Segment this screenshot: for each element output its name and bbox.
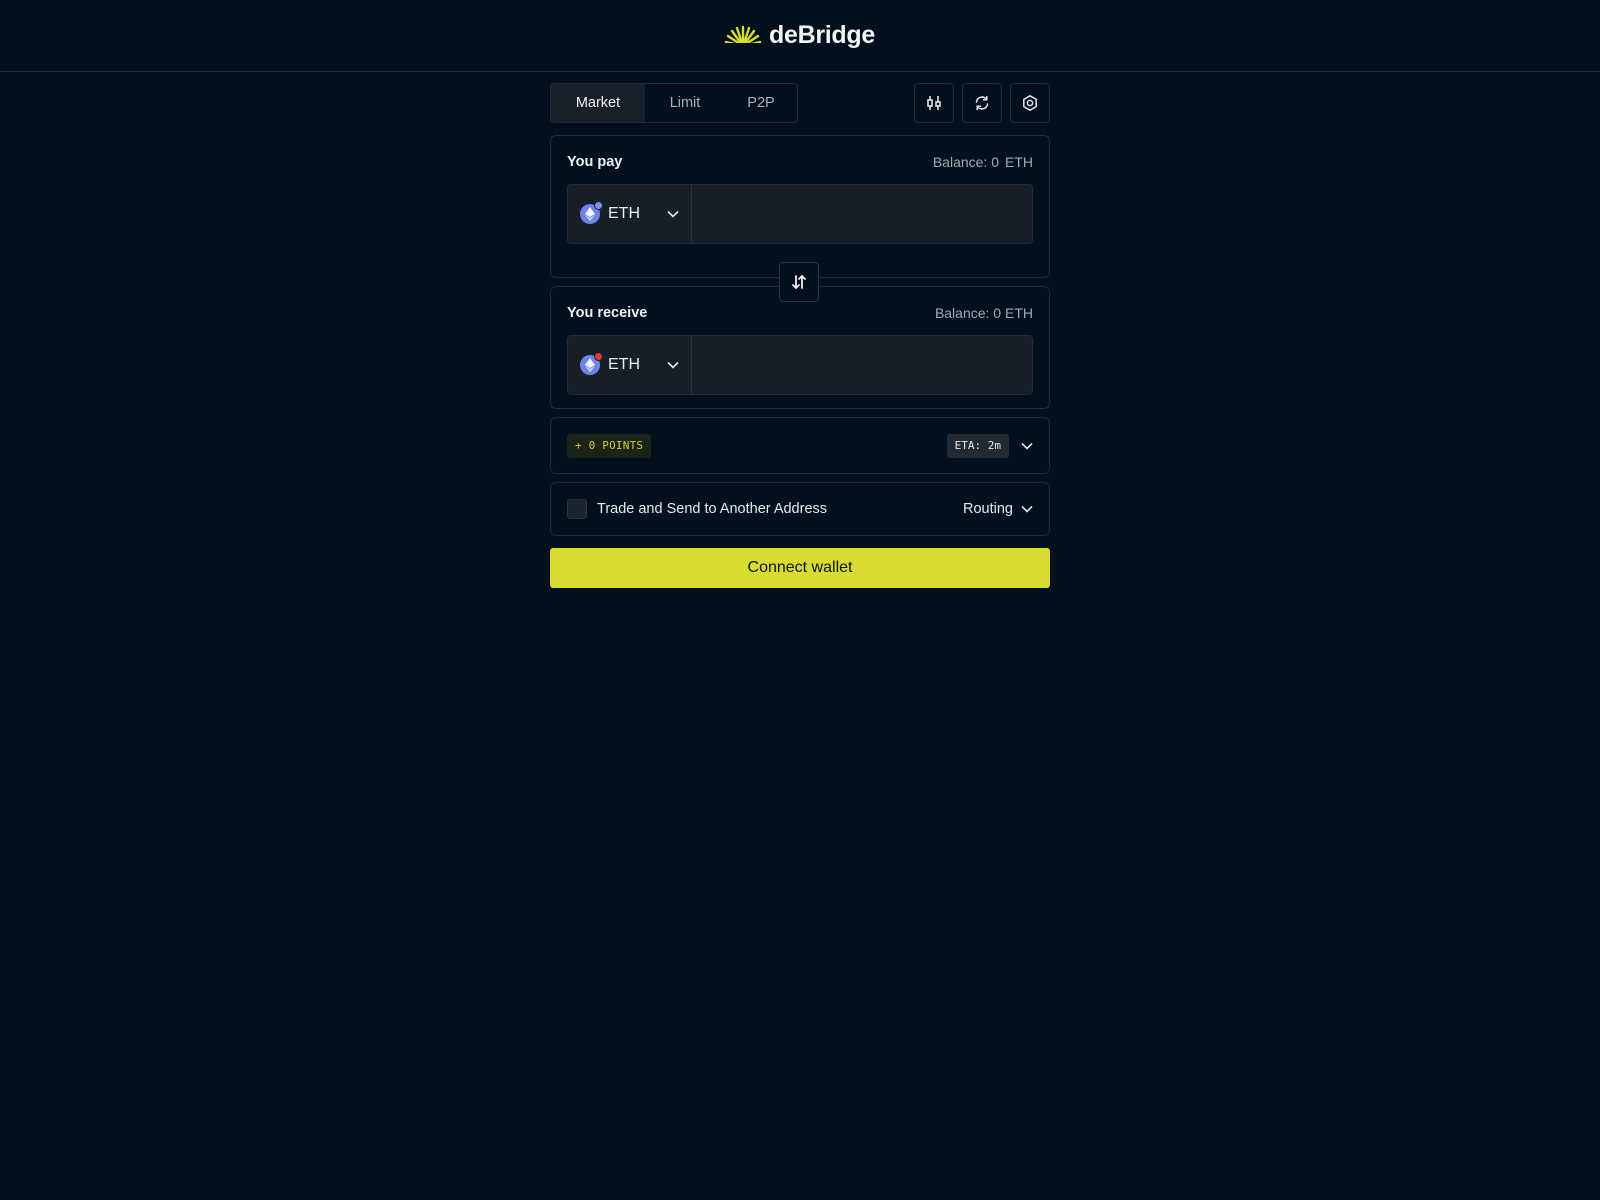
chevron-down-icon: [667, 361, 679, 369]
gear-icon: [1023, 94, 1037, 112]
chart-settings-button[interactable]: [914, 83, 954, 123]
pay-token-row: ETH: [567, 184, 1033, 244]
settings-button[interactable]: [1010, 83, 1050, 123]
receive-token-row: ETH: [567, 335, 1033, 395]
send-address-card: Trade and Send to Another Address Routin…: [550, 482, 1050, 536]
brand-name: deBridge: [769, 21, 875, 49]
chart-settings-icon: [927, 96, 941, 110]
routing-label: Routing: [963, 501, 1013, 517]
pay-token-name: ETH: [608, 205, 640, 222]
receive-card: You receive Balance: 0 ETH ETH: [550, 286, 1050, 409]
eta-toggle[interactable]: ETA: 2m: [946, 433, 1033, 458]
routing-dropdown[interactable]: Routing: [963, 501, 1033, 517]
swap-direction-button[interactable]: [779, 262, 819, 302]
chevron-down-icon: [667, 210, 679, 218]
pay-balance-label: Balance: 0: [932, 154, 999, 170]
pay-amount-input[interactable]: [692, 185, 1032, 243]
pay-balance: Balance: 0 ETH: [933, 154, 1033, 170]
chevron-down-icon: [1021, 505, 1033, 513]
chevron-down-icon: [1021, 442, 1033, 450]
eth-token-icon: [580, 352, 603, 375]
eta-badge: ETA: 2m: [946, 433, 1009, 458]
send-to-address-checkbox[interactable]: [567, 499, 587, 519]
chain-badge-icon: [594, 352, 603, 361]
tab-market[interactable]: Market: [551, 84, 645, 122]
tab-p2p[interactable]: P2P: [725, 84, 797, 122]
refresh-button[interactable]: [962, 83, 1002, 123]
tab-limit[interactable]: Limit: [645, 84, 725, 122]
connect-wallet-button[interactable]: Connect wallet: [550, 548, 1050, 588]
chain-badge-icon: [594, 201, 603, 210]
refresh-icon: [975, 95, 989, 111]
receive-token-select[interactable]: ETH: [568, 336, 692, 394]
pay-card: You pay Balance: 0 ETH ETH: [550, 135, 1050, 278]
points-badge: + 0 POINTS: [567, 433, 652, 458]
pay-title: You pay: [567, 154, 623, 170]
receive-token-name: ETH: [608, 356, 640, 373]
top-header: deBridge: [0, 0, 1600, 72]
toolbar-buttons: [914, 83, 1050, 123]
widget-toolbar: Market Limit P2P: [550, 83, 1050, 123]
pay-balance-symbol: ETH: [1005, 154, 1033, 170]
receive-title: You receive: [567, 305, 648, 321]
trade-mode-tabs: Market Limit P2P: [550, 83, 798, 123]
points-eta-card: + 0 POINTS ETA: 2m: [550, 417, 1050, 474]
swap-arrows-icon: [792, 274, 806, 290]
pay-token-select[interactable]: ETH: [568, 185, 692, 243]
send-to-address-label[interactable]: Trade and Send to Another Address: [597, 501, 827, 517]
brand-logo[interactable]: deBridge: [723, 21, 875, 50]
receive-amount-input[interactable]: [692, 336, 1032, 394]
debridge-logo-icon: [723, 25, 764, 47]
eth-token-icon: [580, 201, 603, 224]
trade-widget: Market Limit P2P You pay Balance: 0 ETH …: [550, 83, 1050, 588]
receive-balance: Balance: 0 ETH: [934, 305, 1033, 321]
